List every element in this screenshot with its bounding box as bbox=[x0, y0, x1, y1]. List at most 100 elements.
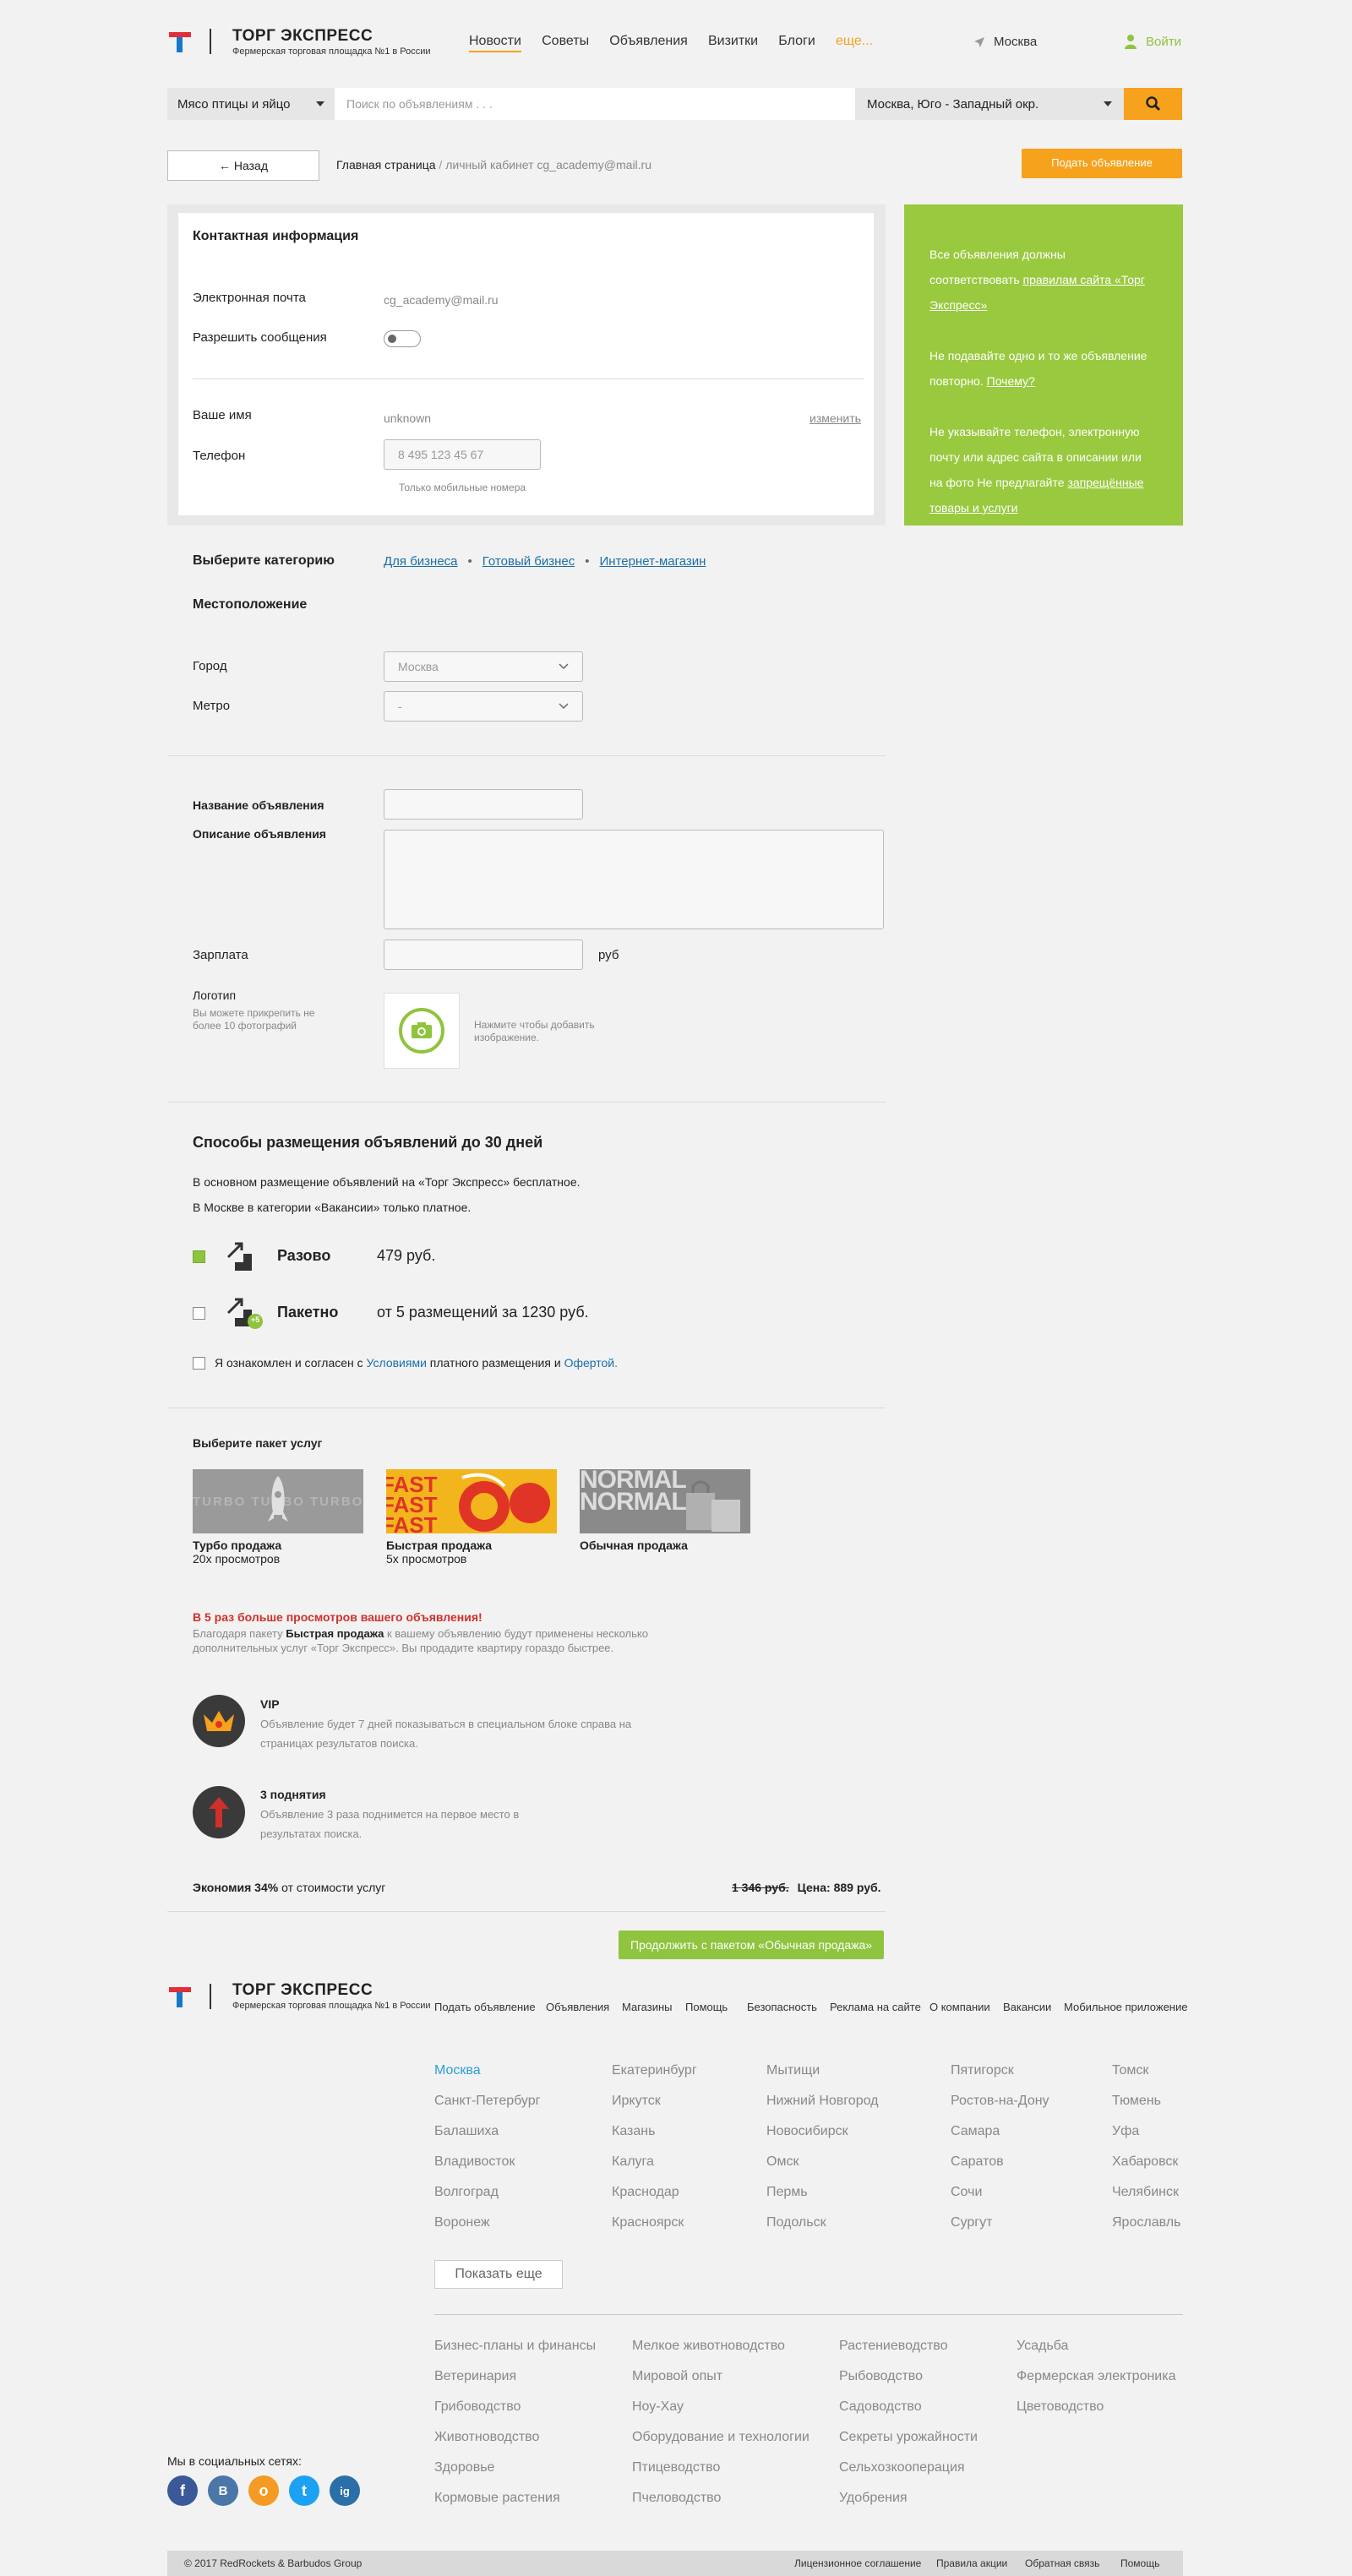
topic-link[interactable]: Оборудование и технологии bbox=[632, 2430, 810, 2445]
topic-link[interactable]: Грибоводство bbox=[434, 2399, 521, 2415]
city-link[interactable]: Краснодар bbox=[612, 2185, 679, 2200]
phone-field[interactable]: 8 495 123 45 67 bbox=[384, 439, 541, 470]
promo-rules-link[interactable]: Правила акции bbox=[936, 2557, 1007, 2569]
offer-link[interactable]: Офертой. bbox=[564, 1356, 618, 1370]
metro-select[interactable]: - bbox=[384, 691, 583, 722]
ad-title-input[interactable] bbox=[384, 789, 583, 820]
city-link[interactable]: Ярославль bbox=[1112, 2215, 1180, 2230]
topic-link[interactable]: Секреты урожайности bbox=[839, 2430, 978, 2445]
city-link[interactable]: Саратов bbox=[951, 2154, 1004, 2170]
edit-name-link[interactable]: изменить bbox=[810, 411, 861, 425]
help-link[interactable]: Помощь bbox=[1120, 2557, 1159, 2569]
city-link[interactable]: Нижний Новгород bbox=[766, 2094, 878, 2109]
topic-link[interactable]: Усадьба bbox=[1017, 2339, 1068, 2354]
topic-link[interactable]: Пчеловодство bbox=[632, 2491, 721, 2506]
city-link[interactable]: Сургут bbox=[951, 2215, 992, 2230]
city-link[interactable]: Пятигорск bbox=[951, 2063, 1014, 2078]
search-button[interactable] bbox=[1124, 88, 1182, 120]
city-link[interactable]: Калуга bbox=[612, 2154, 654, 2170]
terms-link[interactable]: Условиями bbox=[367, 1356, 427, 1370]
city-link[interactable]: Балашиха bbox=[434, 2124, 499, 2139]
breadcrumb-home[interactable]: Главная страница bbox=[336, 158, 436, 172]
nav-cards[interactable]: Визитки bbox=[708, 34, 758, 48]
footer-nav-help[interactable]: Помощь bbox=[685, 2001, 728, 2013]
city-link[interactable]: Новосибирск bbox=[766, 2124, 848, 2139]
category-select[interactable]: Мясо птицы и яйцо bbox=[167, 88, 335, 120]
city-link[interactable]: Тюмень bbox=[1112, 2094, 1161, 2109]
package-turbo[interactable]: TURBO TURBO TURBO Турбо продажа 20x прос… bbox=[193, 1469, 363, 1566]
allow-messages-toggle[interactable] bbox=[384, 330, 421, 347]
topic-link[interactable]: Ноу-Хау bbox=[632, 2399, 684, 2415]
city-link[interactable]: Томск bbox=[1112, 2063, 1148, 2078]
category-crumb-ready-business[interactable]: Готовый бизнес bbox=[482, 554, 575, 569]
city-link[interactable]: Москва bbox=[434, 2063, 481, 2078]
search-input[interactable]: Поиск по объявлениям . . . bbox=[335, 88, 855, 120]
footer-nav-security[interactable]: Безопасность bbox=[747, 2001, 817, 2013]
topic-link[interactable]: Ветеринария bbox=[434, 2369, 516, 2384]
topic-link[interactable]: Птицеводство bbox=[632, 2460, 720, 2475]
submit-ad-button[interactable]: Подать объявление bbox=[1022, 149, 1182, 178]
twitter-icon[interactable]: t bbox=[289, 2475, 319, 2506]
region-select[interactable]: Москва, Юго - Западный окр. bbox=[855, 88, 1124, 120]
topic-link[interactable]: Здоровье bbox=[434, 2460, 494, 2475]
topic-link[interactable]: Мировой опыт bbox=[632, 2369, 722, 2384]
topic-link[interactable]: Кормовые растения bbox=[434, 2491, 560, 2506]
city-link[interactable]: Самара bbox=[951, 2124, 1000, 2139]
odnoklassniki-icon[interactable]: о bbox=[248, 2475, 279, 2506]
login-link[interactable]: Войти bbox=[1124, 34, 1181, 49]
package-checkbox[interactable] bbox=[193, 1307, 205, 1320]
city-link[interactable]: Екатеринбург bbox=[612, 2063, 697, 2078]
city-link[interactable]: Иркутск bbox=[612, 2094, 661, 2109]
nav-ads[interactable]: Объявления bbox=[609, 34, 688, 48]
facebook-icon[interactable]: f bbox=[167, 2475, 198, 2506]
city-link[interactable]: Хабаровск bbox=[1112, 2154, 1178, 2170]
footer-nav-shops[interactable]: Магазины bbox=[622, 2001, 673, 2013]
once-checkbox[interactable] bbox=[193, 1250, 205, 1263]
show-more-cities-button[interactable]: Показать еще bbox=[434, 2260, 563, 2289]
footer-nav-submit-ad[interactable]: Подать объявление bbox=[434, 2001, 536, 2013]
topic-link[interactable]: Рыбоводство bbox=[839, 2369, 923, 2384]
salary-input[interactable] bbox=[384, 939, 583, 970]
topic-link[interactable]: Животноводство bbox=[434, 2430, 539, 2445]
city-link[interactable]: Ростов-на-Дону bbox=[951, 2094, 1049, 2109]
continue-button[interactable]: Продолжить с пакетом «Обычная продажа» bbox=[619, 1931, 884, 1959]
nav-news[interactable]: Новости bbox=[469, 34, 521, 52]
category-crumb-business[interactable]: Для бизнеса bbox=[384, 554, 458, 569]
instagram-icon[interactable]: ig bbox=[330, 2475, 360, 2506]
city-link[interactable]: Уфа bbox=[1112, 2124, 1139, 2139]
topic-link[interactable]: Мелкое животноводство bbox=[632, 2339, 785, 2354]
nav-blogs[interactable]: Блоги bbox=[778, 34, 815, 48]
city-link[interactable]: Сочи bbox=[951, 2185, 982, 2200]
city-link[interactable]: Красноярск bbox=[612, 2215, 684, 2230]
topic-link[interactable]: Бизнес-планы и финансы bbox=[434, 2339, 596, 2354]
ad-desc-textarea[interactable] bbox=[384, 830, 884, 929]
footer-nav-ads[interactable]: Объявления bbox=[546, 2001, 609, 2013]
city-link[interactable]: Омск bbox=[766, 2154, 799, 2170]
footer-nav-advertising[interactable]: Реклама на сайте bbox=[830, 2001, 921, 2013]
city-link[interactable]: Владивосток bbox=[434, 2154, 515, 2170]
topic-link[interactable]: Удобрения bbox=[839, 2491, 908, 2506]
topic-link[interactable]: Цветоводство bbox=[1017, 2399, 1104, 2415]
vkontakte-icon[interactable]: В bbox=[208, 2475, 238, 2506]
category-crumb-online-shop[interactable]: Интернет-магазин bbox=[600, 554, 706, 569]
back-button[interactable]: ← Назад bbox=[167, 150, 319, 181]
package-fast[interactable]: FAST FAST FAST Быстрая продажа 5x просмо… bbox=[386, 1469, 557, 1566]
city-link[interactable]: Подольск bbox=[766, 2215, 826, 2230]
why-link[interactable]: Почему? bbox=[987, 374, 1035, 388]
nav-more[interactable]: еще... bbox=[836, 34, 873, 48]
footer-logo[interactable] bbox=[167, 1984, 193, 2012]
city-select[interactable]: Москва bbox=[384, 651, 583, 682]
package-normal[interactable]: NORMAL NORMAL Обычная продажа bbox=[580, 1469, 750, 1552]
location-selector[interactable]: Москва bbox=[973, 35, 1037, 49]
site-logo[interactable] bbox=[167, 29, 193, 57]
city-link[interactable]: Челябинск bbox=[1112, 2185, 1179, 2200]
topic-link[interactable]: Фермерская электроника bbox=[1017, 2369, 1176, 2384]
city-link[interactable]: Волгоград bbox=[434, 2185, 499, 2200]
agree-checkbox[interactable] bbox=[193, 1357, 205, 1370]
city-link[interactable]: Пермь bbox=[766, 2185, 808, 2200]
city-link[interactable]: Казань bbox=[612, 2124, 655, 2139]
footer-nav-jobs[interactable]: Вакансии bbox=[1003, 2001, 1051, 2013]
nav-tips[interactable]: Советы bbox=[542, 34, 589, 48]
footer-nav-mobile-app[interactable]: Мобильное приложение bbox=[1064, 2001, 1187, 2013]
license-link[interactable]: Лицензионное соглашение bbox=[794, 2557, 921, 2569]
